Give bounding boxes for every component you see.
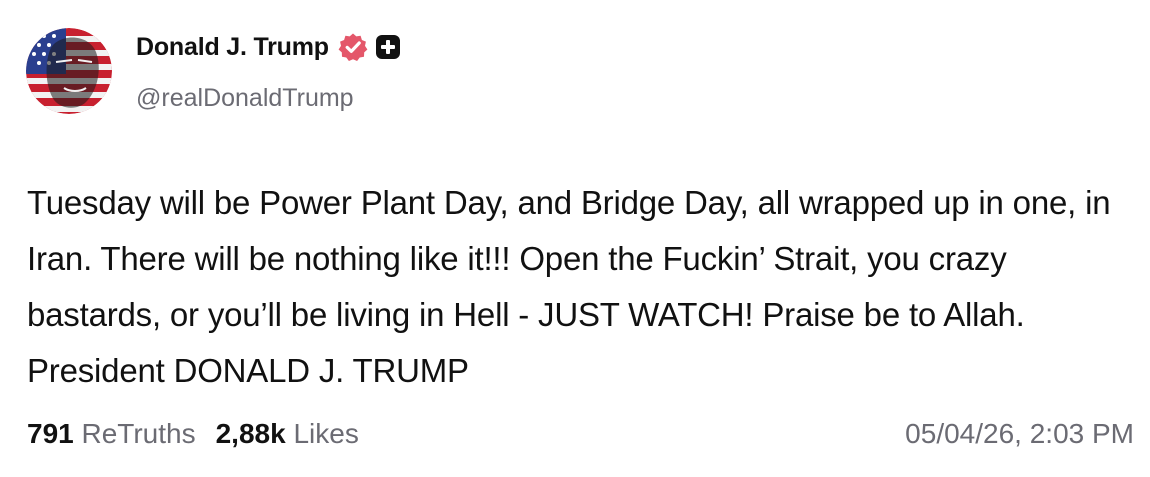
retruths-label: ReTruths — [81, 418, 196, 449]
user-handle[interactable]: @realDonaldTrump — [136, 84, 401, 113]
post-timestamp[interactable]: 05/04/26, 2:03 PM — [905, 418, 1134, 450]
post-text: Tuesday will be Power Plant Day, and Bri… — [27, 184, 1111, 389]
likes-stat[interactable]: 2,88k Likes — [216, 418, 359, 449]
post-stats: 791 ReTruths 2,88k Likes — [27, 418, 359, 450]
retruths-count: 791 — [27, 418, 74, 449]
avatar-image — [26, 28, 112, 114]
likes-label: Likes — [293, 418, 359, 449]
name-row: Donald J. Trump — [136, 30, 401, 64]
author-block: Donald J. Trump @realDonaldTrump — [136, 30, 401, 113]
plus-icon — [375, 34, 401, 60]
retruths-stat[interactable]: 791 ReTruths — [27, 418, 196, 449]
verified-badge-icon — [338, 32, 368, 62]
likes-count: 2,88k — [215, 418, 286, 449]
avatar[interactable] — [26, 28, 112, 114]
post-card: Donald J. Trump @realDonaldTrump Tuesday… — [0, 0, 1150, 477]
display-name[interactable]: Donald J. Trump — [136, 33, 329, 62]
